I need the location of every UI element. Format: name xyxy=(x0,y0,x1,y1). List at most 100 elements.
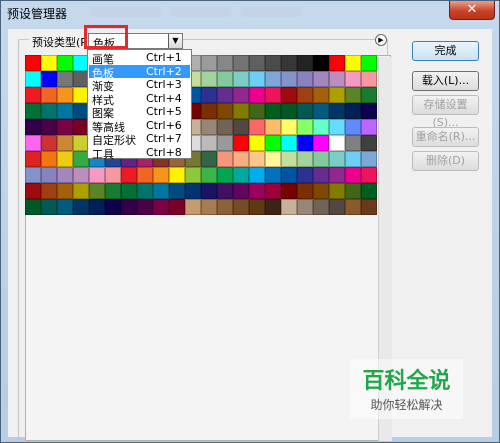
color-swatch[interactable] xyxy=(217,119,233,135)
done-button[interactable]: 完成 xyxy=(412,41,479,61)
color-swatch[interactable] xyxy=(329,119,345,135)
color-swatch[interactable] xyxy=(57,183,73,199)
color-swatch[interactable] xyxy=(249,183,265,199)
color-swatch[interactable] xyxy=(233,199,249,215)
color-swatch[interactable] xyxy=(41,183,57,199)
color-swatch[interactable] xyxy=(185,167,201,183)
color-swatch[interactable] xyxy=(217,55,233,71)
menu-item[interactable]: 样式 Ctrl+4 xyxy=(89,92,190,107)
load-button[interactable]: 载入(L)... xyxy=(412,71,479,91)
color-swatch[interactable] xyxy=(41,119,57,135)
color-swatch[interactable] xyxy=(345,151,361,167)
color-swatch[interactable] xyxy=(297,55,313,71)
color-swatch[interactable] xyxy=(249,135,265,151)
color-swatch[interactable] xyxy=(217,135,233,151)
color-swatch[interactable] xyxy=(265,71,281,87)
color-swatch[interactable] xyxy=(329,55,345,71)
color-swatch[interactable] xyxy=(297,167,313,183)
color-swatch[interactable] xyxy=(361,71,377,87)
color-swatch[interactable] xyxy=(249,71,265,87)
color-swatch[interactable] xyxy=(233,167,249,183)
color-swatch[interactable] xyxy=(265,135,281,151)
color-swatch[interactable] xyxy=(361,119,377,135)
color-swatch[interactable] xyxy=(57,71,73,87)
color-swatch[interactable] xyxy=(329,183,345,199)
color-swatch[interactable] xyxy=(201,199,217,215)
color-swatch[interactable] xyxy=(233,87,249,103)
color-swatch[interactable] xyxy=(281,71,297,87)
menu-item[interactable]: 图案 Ctrl+5 xyxy=(89,105,190,120)
color-swatch[interactable] xyxy=(249,87,265,103)
menu-item[interactable]: 工具 Ctrl+8 xyxy=(89,146,190,161)
color-swatch[interactable] xyxy=(73,167,89,183)
color-swatch[interactable] xyxy=(25,183,41,199)
color-swatch[interactable] xyxy=(265,103,281,119)
color-swatch[interactable] xyxy=(265,199,281,215)
color-swatch[interactable] xyxy=(313,71,329,87)
color-swatch[interactable] xyxy=(25,135,41,151)
color-swatch[interactable] xyxy=(313,183,329,199)
color-swatch[interactable] xyxy=(297,199,313,215)
color-swatch[interactable] xyxy=(249,151,265,167)
color-swatch[interactable] xyxy=(361,167,377,183)
color-swatch[interactable] xyxy=(297,151,313,167)
color-swatch[interactable] xyxy=(105,183,121,199)
color-swatch[interactable] xyxy=(201,71,217,87)
color-swatch[interactable] xyxy=(361,55,377,71)
color-swatch[interactable] xyxy=(265,119,281,135)
save-settings-button[interactable]: 存储设置(S)... xyxy=(412,95,479,129)
color-swatch[interactable] xyxy=(25,71,41,87)
color-swatch[interactable] xyxy=(153,183,169,199)
color-swatch[interactable] xyxy=(313,87,329,103)
color-swatch[interactable] xyxy=(313,199,329,215)
color-swatch[interactable] xyxy=(25,199,41,215)
color-swatch[interactable] xyxy=(249,167,265,183)
color-swatch[interactable] xyxy=(89,199,105,215)
color-swatch[interactable] xyxy=(217,151,233,167)
color-swatch[interactable] xyxy=(297,135,313,151)
color-swatch[interactable] xyxy=(313,55,329,71)
color-swatch[interactable] xyxy=(361,135,377,151)
color-swatch[interactable] xyxy=(281,103,297,119)
color-swatch[interactable] xyxy=(345,119,361,135)
color-swatch[interactable] xyxy=(169,183,185,199)
color-swatch[interactable] xyxy=(57,135,73,151)
color-swatch[interactable] xyxy=(329,135,345,151)
color-swatch[interactable] xyxy=(57,103,73,119)
color-swatch[interactable] xyxy=(281,135,297,151)
color-swatch[interactable] xyxy=(201,55,217,71)
color-swatch[interactable] xyxy=(233,135,249,151)
color-swatch[interactable] xyxy=(201,167,217,183)
close-button[interactable]: ✕ xyxy=(449,1,495,20)
menu-item[interactable]: 渐变 Ctrl+3 xyxy=(89,78,190,93)
color-swatch[interactable] xyxy=(201,119,217,135)
color-swatch[interactable] xyxy=(25,55,41,71)
color-swatch[interactable] xyxy=(361,199,377,215)
color-swatch[interactable] xyxy=(281,199,297,215)
color-swatch[interactable] xyxy=(217,183,233,199)
chevron-down-icon[interactable]: ▼ xyxy=(168,34,182,48)
color-swatch[interactable] xyxy=(201,183,217,199)
color-swatch[interactable] xyxy=(329,199,345,215)
color-swatch[interactable] xyxy=(217,71,233,87)
color-swatch[interactable] xyxy=(41,199,57,215)
menu-item[interactable]: 等高线 Ctrl+6 xyxy=(89,119,190,134)
color-swatch[interactable] xyxy=(169,167,185,183)
color-swatch[interactable] xyxy=(57,199,73,215)
delete-button[interactable]: 删除(D) xyxy=(412,151,479,171)
color-swatch[interactable] xyxy=(329,151,345,167)
color-swatch[interactable] xyxy=(57,151,73,167)
color-swatch[interactable] xyxy=(265,87,281,103)
flyout-menu-icon[interactable]: ▶ xyxy=(375,34,387,46)
color-swatch[interactable] xyxy=(217,87,233,103)
color-swatch[interactable] xyxy=(153,199,169,215)
color-swatch[interactable] xyxy=(345,87,361,103)
color-swatch[interactable] xyxy=(345,199,361,215)
color-swatch[interactable] xyxy=(329,167,345,183)
color-swatch[interactable] xyxy=(281,183,297,199)
color-swatch[interactable] xyxy=(121,183,137,199)
color-swatch[interactable] xyxy=(73,183,89,199)
color-swatch[interactable] xyxy=(297,103,313,119)
color-swatch[interactable] xyxy=(121,167,137,183)
color-swatch[interactable] xyxy=(217,199,233,215)
